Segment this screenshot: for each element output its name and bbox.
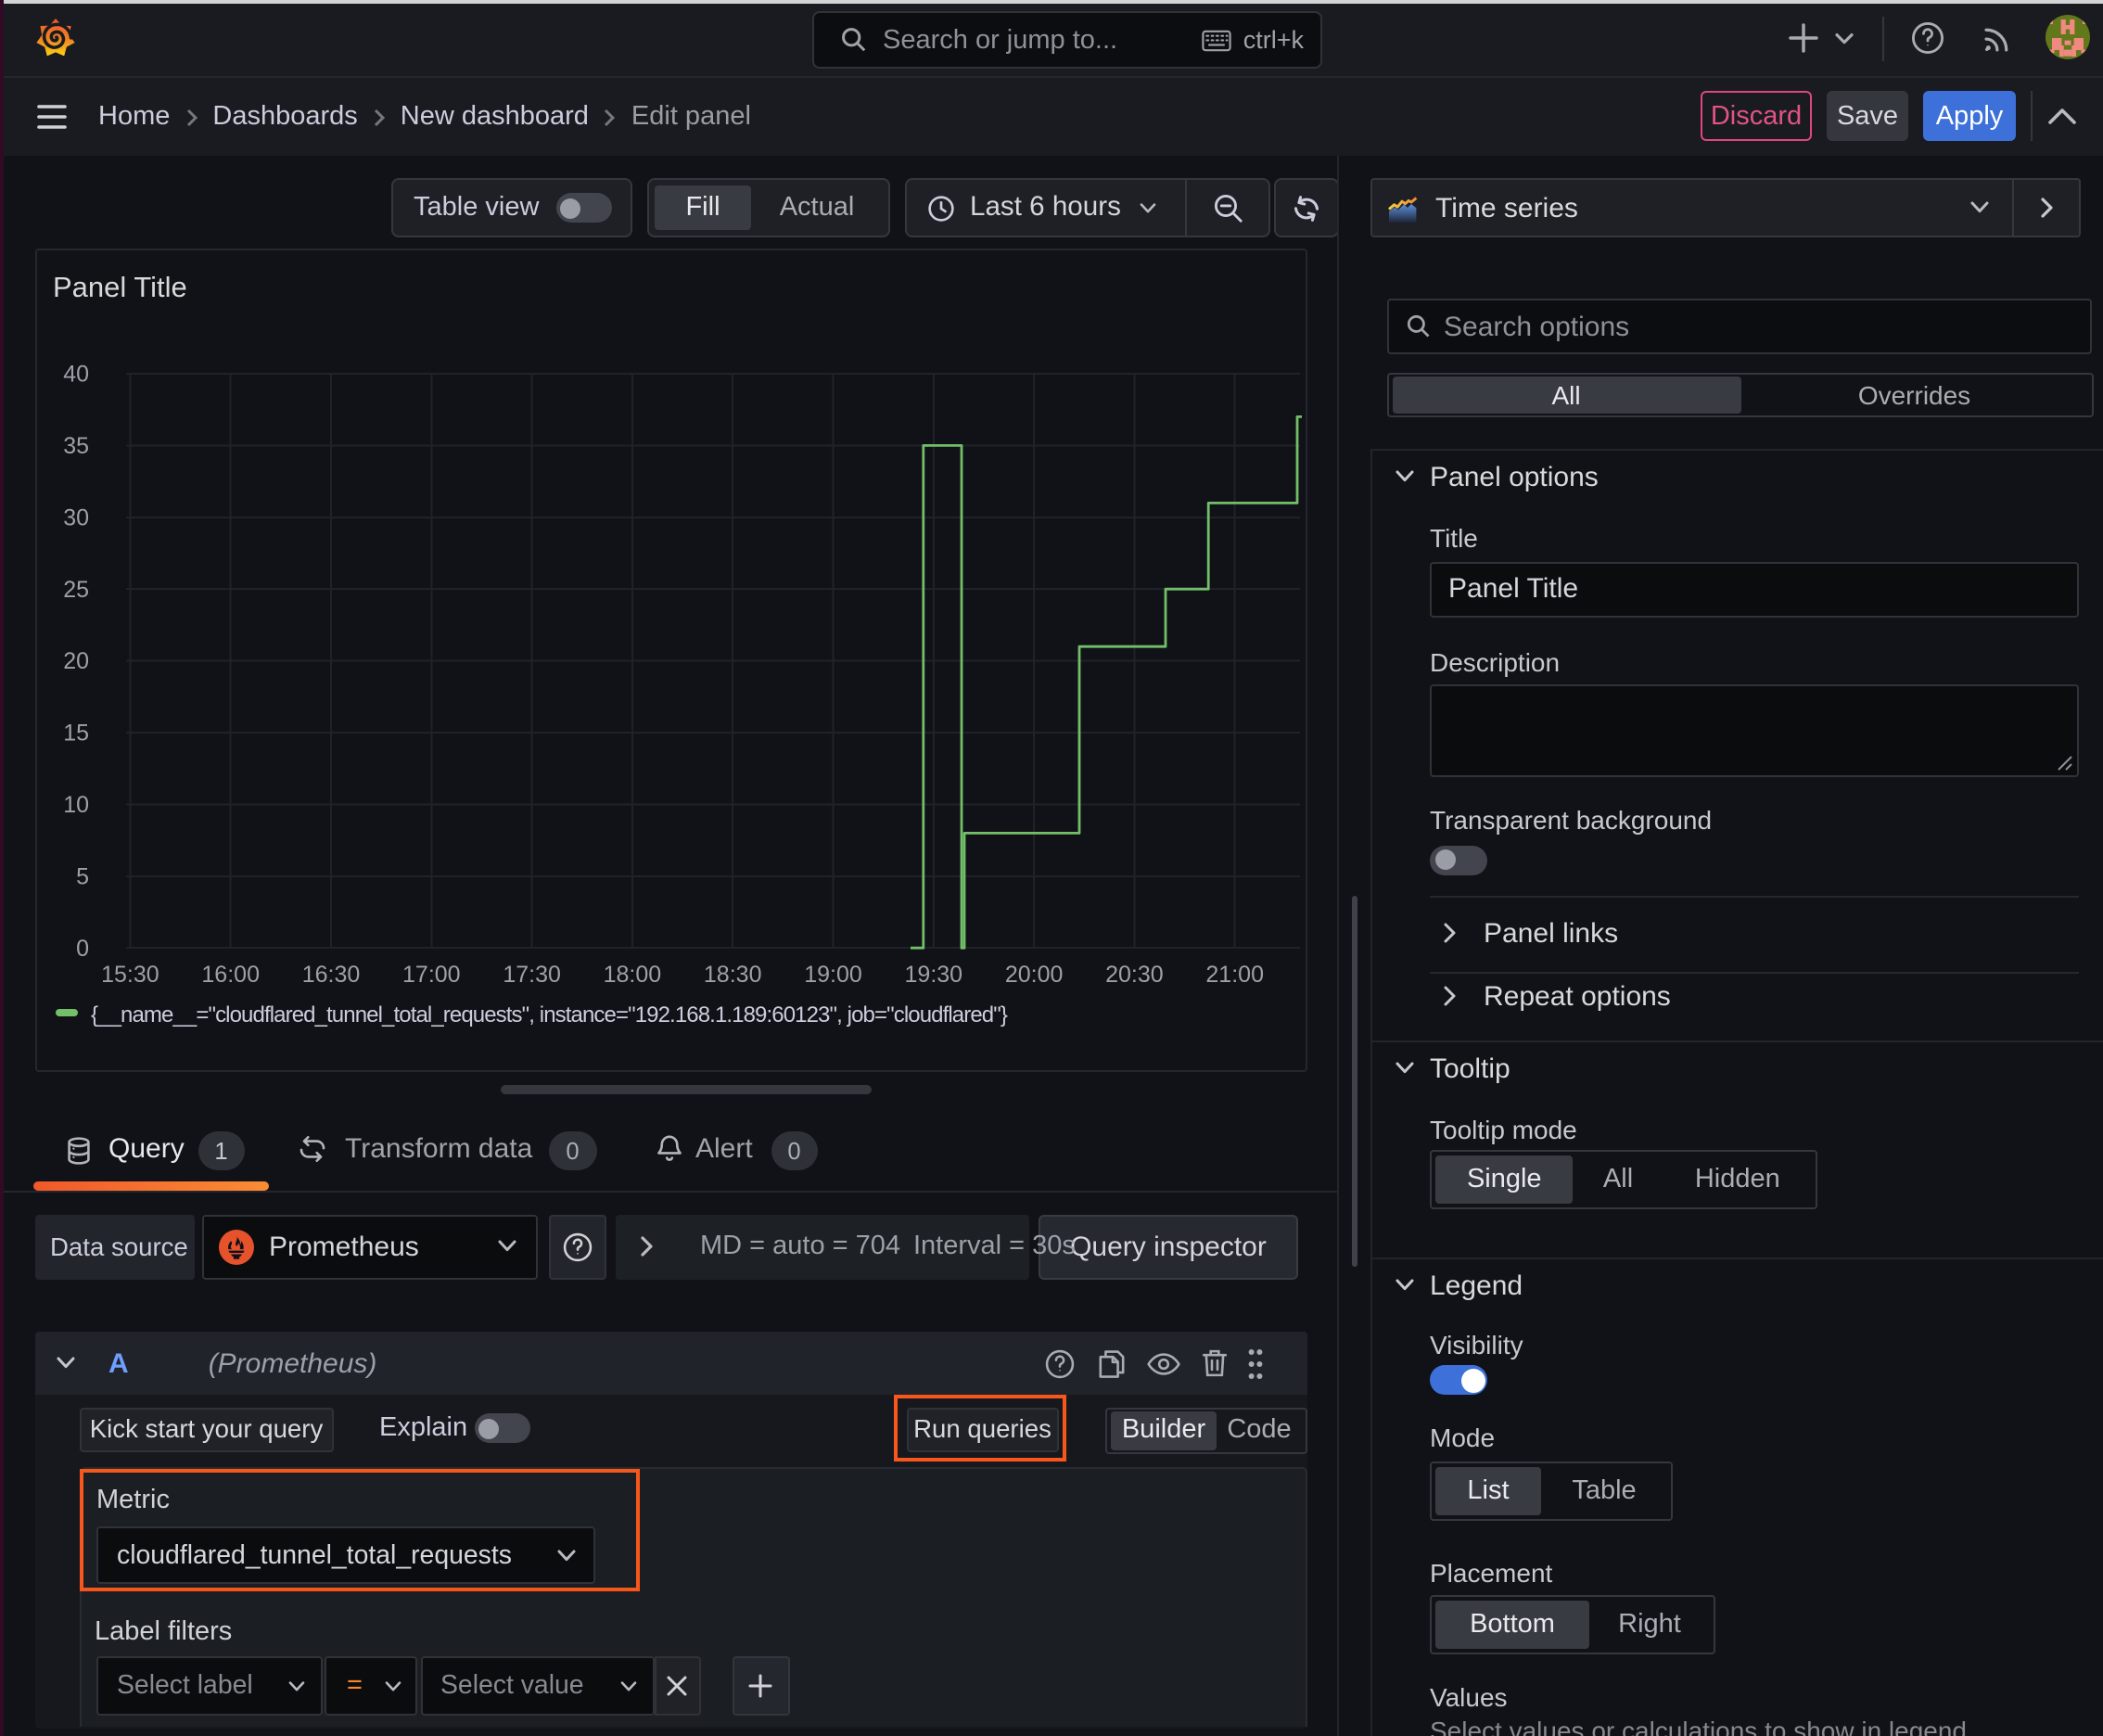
svg-text:15:30: 15:30 [101,962,159,988]
svg-text:18:30: 18:30 [704,962,762,988]
svg-text:30: 30 [63,504,89,530]
svg-text:10: 10 [63,792,89,818]
svg-text:20:30: 20:30 [1105,962,1164,988]
svg-text:18:00: 18:00 [604,962,662,988]
svg-text:20: 20 [63,648,89,674]
svg-text:19:00: 19:00 [804,962,862,988]
svg-text:17:00: 17:00 [402,962,461,988]
svg-text:25: 25 [63,577,89,603]
svg-text:16:30: 16:30 [302,962,361,988]
svg-text:0: 0 [76,936,89,962]
svg-text:16:00: 16:00 [201,962,260,988]
svg-text:17:30: 17:30 [503,962,561,988]
svg-text:19:30: 19:30 [905,962,963,988]
svg-text:5: 5 [76,863,89,889]
svg-text:35: 35 [63,433,89,459]
svg-text:40: 40 [63,362,89,388]
svg-text:15: 15 [63,721,89,747]
svg-text:20:00: 20:00 [1005,962,1064,988]
svg-text:21:00: 21:00 [1205,962,1264,988]
